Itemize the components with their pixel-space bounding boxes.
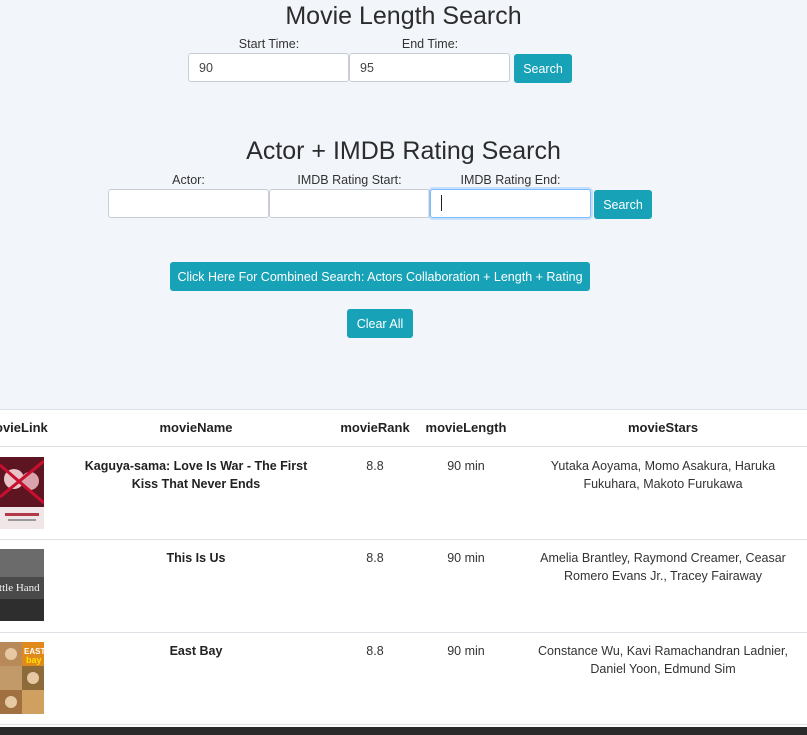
results-table: ovieLink movieName movieRank movieLength… (0, 409, 807, 735)
row-divider (0, 632, 807, 633)
length-search-title: Movie Length Search (285, 2, 522, 30)
rating-end-input[interactable] (430, 189, 591, 218)
rating-end-label: IMDB Rating End: (460, 173, 561, 187)
poster-east-bay-image[interactable]: EAST bay (0, 642, 44, 714)
end-time-input[interactable] (349, 53, 510, 82)
movie-stars-cell: Amelia Brantley, Raymond Creamer, Ceasar… (540, 551, 786, 583)
column-header-movie-rank: movieRank (340, 420, 410, 435)
movie-stars-cell: Constance Wu, Kavi Ramachandran Ladnier,… (538, 644, 788, 676)
poster-kaguya-image[interactable] (0, 457, 44, 529)
poster-title-text: ittle Hand (0, 582, 40, 594)
end-time-label: End Time: (401, 37, 459, 51)
movie-rank-cell: 8.8 (366, 459, 384, 473)
text-caret (441, 195, 442, 211)
column-header-movie-length: movieLength (425, 420, 507, 435)
movie-name-cell: East Bay (169, 644, 223, 658)
movie-rank-cell: 8.8 (366, 551, 384, 565)
actor-search-title: Actor + IMDB Rating Search (246, 137, 561, 165)
actor-search-button[interactable]: Search (594, 190, 652, 219)
row-divider (0, 724, 807, 725)
rating-start-input[interactable] (269, 189, 430, 218)
clear-all-button[interactable]: Clear All (347, 309, 413, 338)
movie-length-cell: 90 min (447, 644, 485, 658)
start-time-input[interactable] (188, 53, 349, 82)
column-header-movie-link: ovieLink (0, 420, 48, 435)
header-divider (0, 446, 807, 447)
page: Movie Length Search Start Time: End Time… (0, 0, 807, 735)
poster-little-hand-image[interactable]: ittle Hand (0, 549, 44, 621)
movie-length-cell: 90 min (447, 459, 485, 473)
length-search-button[interactable]: Search (514, 54, 572, 83)
start-time-label: Start Time: (238, 37, 300, 51)
movie-stars-cell: Yutaka Aoyama, Momo Asakura, Haruka Fuku… (550, 459, 776, 491)
column-header-movie-stars: movieStars (627, 420, 699, 435)
combined-search-button[interactable]: Click Here For Combined Search: Actors C… (170, 262, 590, 291)
actor-input[interactable] (108, 189, 269, 218)
row-divider (0, 539, 807, 540)
movie-rank-cell: 8.8 (366, 644, 384, 658)
movie-name-cell: Kaguya-sama: Love Is War - The First Kis… (84, 459, 308, 491)
column-header-movie-name: movieName (159, 420, 233, 435)
movie-name-cell: This Is Us (166, 551, 226, 565)
rating-start-label: IMDB Rating Start: (297, 173, 402, 187)
svg-text:bay: bay (26, 655, 42, 665)
actor-label: Actor: (172, 173, 205, 187)
movie-length-cell: 90 min (447, 551, 485, 565)
bottom-bar (0, 727, 807, 735)
